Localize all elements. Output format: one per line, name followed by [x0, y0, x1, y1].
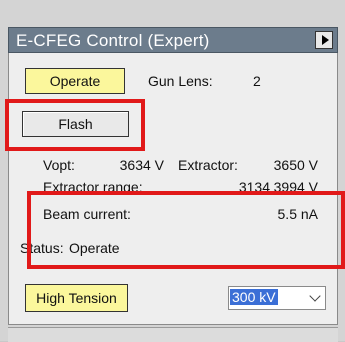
ecfeg-control-panel: E-CFEG Control (Expert) Operate Gun Lens… [0, 0, 345, 342]
flash-highlight-box [5, 99, 145, 151]
panel-header: E-CFEG Control (Expert) [8, 27, 338, 53]
chevron-down-icon[interactable] [309, 290, 321, 302]
operate-button[interactable]: Operate [25, 68, 125, 94]
panel-bottom-edge [8, 327, 338, 342]
vopt-value: 3634 V [119, 157, 164, 173]
panel-title: E-CFEG Control (Expert) [16, 31, 210, 50]
vopt-label: Vopt: [43, 157, 75, 173]
high-tension-button[interactable]: High Tension [25, 284, 128, 312]
extractor-label: Extractor: [178, 157, 238, 173]
high-tension-selected-value: 300 kV [230, 289, 278, 305]
gun-lens-value: 2 [253, 73, 261, 89]
high-tension-select[interactable]: 300 kV [228, 286, 326, 310]
extractor-value: 3650 V [273, 157, 318, 173]
gun-lens-label: Gun Lens: [148, 73, 213, 89]
expand-arrow-icon[interactable] [315, 31, 333, 49]
beam-current-highlight-box [27, 191, 345, 269]
